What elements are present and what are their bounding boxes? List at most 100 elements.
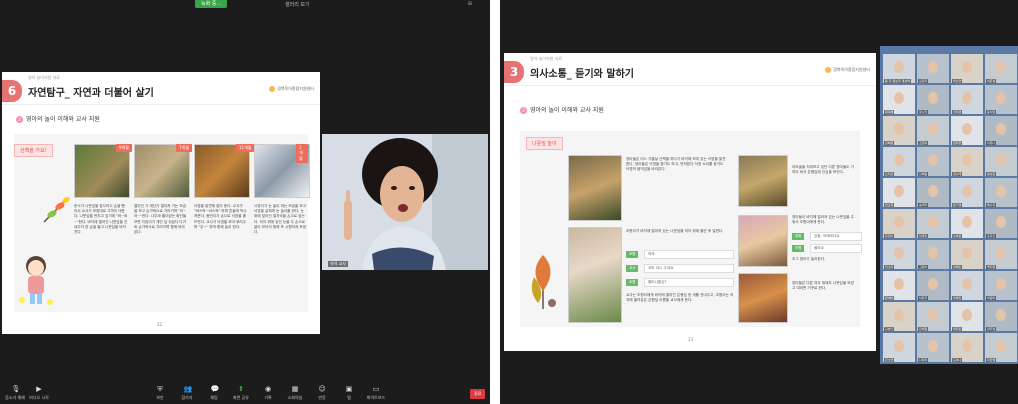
- leaf-branch-icon: [43, 197, 70, 223]
- participant-tile[interactable]: 문가영: [951, 178, 983, 207]
- participant-name: 마은별: [986, 358, 997, 362]
- participant-name: 최지혜: [884, 110, 895, 114]
- participant-tile[interactable]: 류세아: [883, 271, 915, 300]
- participant-face: [962, 278, 972, 290]
- participant-tile[interactable]: 권나래: [951, 147, 983, 176]
- participant-name: 고은아: [918, 265, 929, 269]
- participant-tile[interactable]: 마은별: [985, 333, 1017, 362]
- participant-tile[interactable]: 백지영: [985, 240, 1017, 269]
- participants-button[interactable]: 👥 참가자: [172, 386, 202, 401]
- speaker-video[interactable]: 유아 교사: [322, 134, 488, 270]
- participant-tile[interactable]: 안소희: [883, 178, 915, 207]
- security-button[interactable]: ⛨ 보안: [145, 386, 175, 401]
- participant-face: [894, 61, 904, 73]
- participant-gallery[interactable]: 풍 주 열보우 경상박 김민지 박소연 이은정최지혜 정수진 한미경 윤서영강혜원 조은비 임지…: [880, 46, 1018, 364]
- participant-tile[interactable]: 홍다인: [985, 209, 1017, 238]
- participant-tile[interactable]: 조은비: [917, 116, 949, 145]
- apps-button[interactable]: ▣ 앱: [334, 386, 364, 401]
- observation-text: 아모솔을 지켜보고 있던 다른 영아들도 가까이 와서 은행잎에 관심을 보인다…: [792, 165, 854, 175]
- participant-tile[interactable]: 차은주: [917, 271, 949, 300]
- activity-photo: [194, 144, 250, 198]
- participant-face: [928, 123, 938, 135]
- breakout-button[interactable]: ▦ 소회의실: [280, 386, 310, 401]
- participant-tile[interactable]: 민채원: [917, 302, 949, 331]
- whiteboard-icon: ▭: [372, 385, 380, 393]
- participant-name: 구슬기: [884, 327, 895, 331]
- share-screen-button[interactable]: ⬆ 화면 공유: [226, 386, 256, 401]
- participant-name: 류세아: [884, 296, 895, 300]
- age-badge: 9개월: [116, 144, 132, 152]
- participant-name: 백지영: [986, 265, 997, 269]
- participant-face: [928, 92, 938, 104]
- mic-icon: 🎙: [11, 385, 21, 393]
- participant-tile[interactable]: 나유리: [917, 333, 949, 362]
- participant-tile[interactable]: 오지은: [883, 147, 915, 176]
- view-toggle[interactable]: 갤러리 보기: [285, 1, 310, 8]
- participant-tile[interactable]: 신혜림: [917, 147, 949, 176]
- participant-face: [962, 216, 972, 228]
- participant-tile[interactable]: 하윤미: [985, 271, 1017, 300]
- participant-name: 윤서영: [986, 110, 997, 114]
- participant-tile[interactable]: 노하은: [951, 209, 983, 238]
- participant-face: [996, 185, 1006, 197]
- participant-tile[interactable]: 전소미: [883, 240, 915, 269]
- participant-face: [962, 92, 972, 104]
- participant-tile[interactable]: 장예린: [951, 240, 983, 269]
- participant-tile[interactable]: 진소연: [883, 333, 915, 362]
- participant-tile[interactable]: 윤서영: [985, 85, 1017, 114]
- participant-tile[interactable]: 고은아: [917, 240, 949, 269]
- participant-tile[interactable]: 임지현: [951, 116, 983, 145]
- participant-tile[interactable]: 배수지: [985, 178, 1017, 207]
- participant-name: 문가영: [952, 203, 963, 207]
- participant-tile[interactable]: 박소연: [951, 54, 983, 83]
- video-icon: ▶: [36, 385, 42, 393]
- participant-tile[interactable]: 강혜원: [883, 116, 915, 145]
- meeting-toolbar: 🎙 음소거 해제 ▶ 비디오 시작 ⛨ 보안 👥 참가자 💬 채팅 ⬆ 화면 공유 ◉ 기록 …: [0, 382, 490, 404]
- content-box: 나뭇잎 놀이 영아들은 어느 가을날 산책을 하다가 바닥에 모여 있는 낙엽을…: [520, 131, 862, 327]
- recording-banner[interactable]: 녹화 중…: [195, 0, 228, 8]
- participant-tile[interactable]: 구슬기: [883, 302, 915, 331]
- speech-quote: 몰라요: [810, 244, 862, 253]
- section-tab: 산책을 가요!: [14, 144, 53, 157]
- slide-subtitle: 2 영아의 놀이 이해와 교사 지원: [16, 114, 100, 123]
- whiteboard-button[interactable]: ▭ 화이트보드: [361, 386, 391, 401]
- start-video-button[interactable]: ▶ 비디오 시작: [24, 386, 54, 401]
- participant-tile[interactable]: 이은정: [985, 54, 1017, 83]
- participant-tile[interactable]: 한미경: [951, 85, 983, 114]
- subtitle-number: 2: [16, 116, 23, 123]
- participant-tile[interactable]: 유진아: [883, 209, 915, 238]
- participant-tile[interactable]: 석다은: [951, 302, 983, 331]
- slide-title: 의사소통_ 듣기와 말하기: [530, 69, 634, 80]
- participant-tile[interactable]: 서유나: [985, 116, 1017, 145]
- participant-tile[interactable]: 풍 주 열보우 경상박: [883, 54, 915, 83]
- logo-icon: [269, 86, 276, 92]
- activity-photo: [568, 155, 622, 221]
- end-meeting-button[interactable]: 종료: [470, 389, 486, 399]
- speech-quote: 할머니할깅?: [644, 278, 734, 287]
- slide-header: 3 영아 놀이지원 자료 의사소통_ 듣기와 말하기 경북육아종합지원센터: [504, 53, 876, 86]
- reactions-button[interactable]: ☺ 반응: [307, 386, 337, 401]
- participant-tile[interactable]: 김민지: [917, 54, 949, 83]
- participant-tile[interactable]: 정수진: [917, 85, 949, 114]
- page-number: 22: [157, 322, 163, 327]
- observation-text: 영아들은 어느 가을날 산책을 하다가 바닥에 모여 있는 낙엽을 발견한다. …: [626, 157, 726, 172]
- chat-button[interactable]: 💬 채팅: [199, 386, 229, 401]
- participant-tile[interactable]: 도하나: [951, 333, 983, 362]
- participant-name: 신혜림: [918, 172, 929, 176]
- grid-icon[interactable]: ⊞: [468, 1, 472, 7]
- participant-tile[interactable]: 남궁민: [917, 209, 949, 238]
- record-button[interactable]: ◉ 기록: [253, 386, 283, 401]
- participant-name: 박소연: [952, 79, 963, 83]
- participant-name: 정수진: [918, 110, 929, 114]
- participant-tile[interactable]: 송미라: [917, 178, 949, 207]
- age-badge: 11개월: [236, 144, 255, 152]
- participant-name: 안소희: [884, 203, 895, 207]
- activity-photo: [568, 227, 622, 323]
- participant-tile[interactable]: 주혜진: [951, 271, 983, 300]
- observation-text: 낙엽을 발견해 잡아 준다. 교사가 "바스락~바스락" 하며 흔들며 박수 쳐…: [194, 204, 247, 229]
- participant-tile[interactable]: 양희정: [985, 302, 1017, 331]
- participant-tile[interactable]: 황보람: [985, 147, 1017, 176]
- center-logo: 경북육아종합지원센터: [825, 67, 870, 73]
- child-illustration: [19, 256, 53, 305]
- participant-tile[interactable]: 최지혜: [883, 85, 915, 114]
